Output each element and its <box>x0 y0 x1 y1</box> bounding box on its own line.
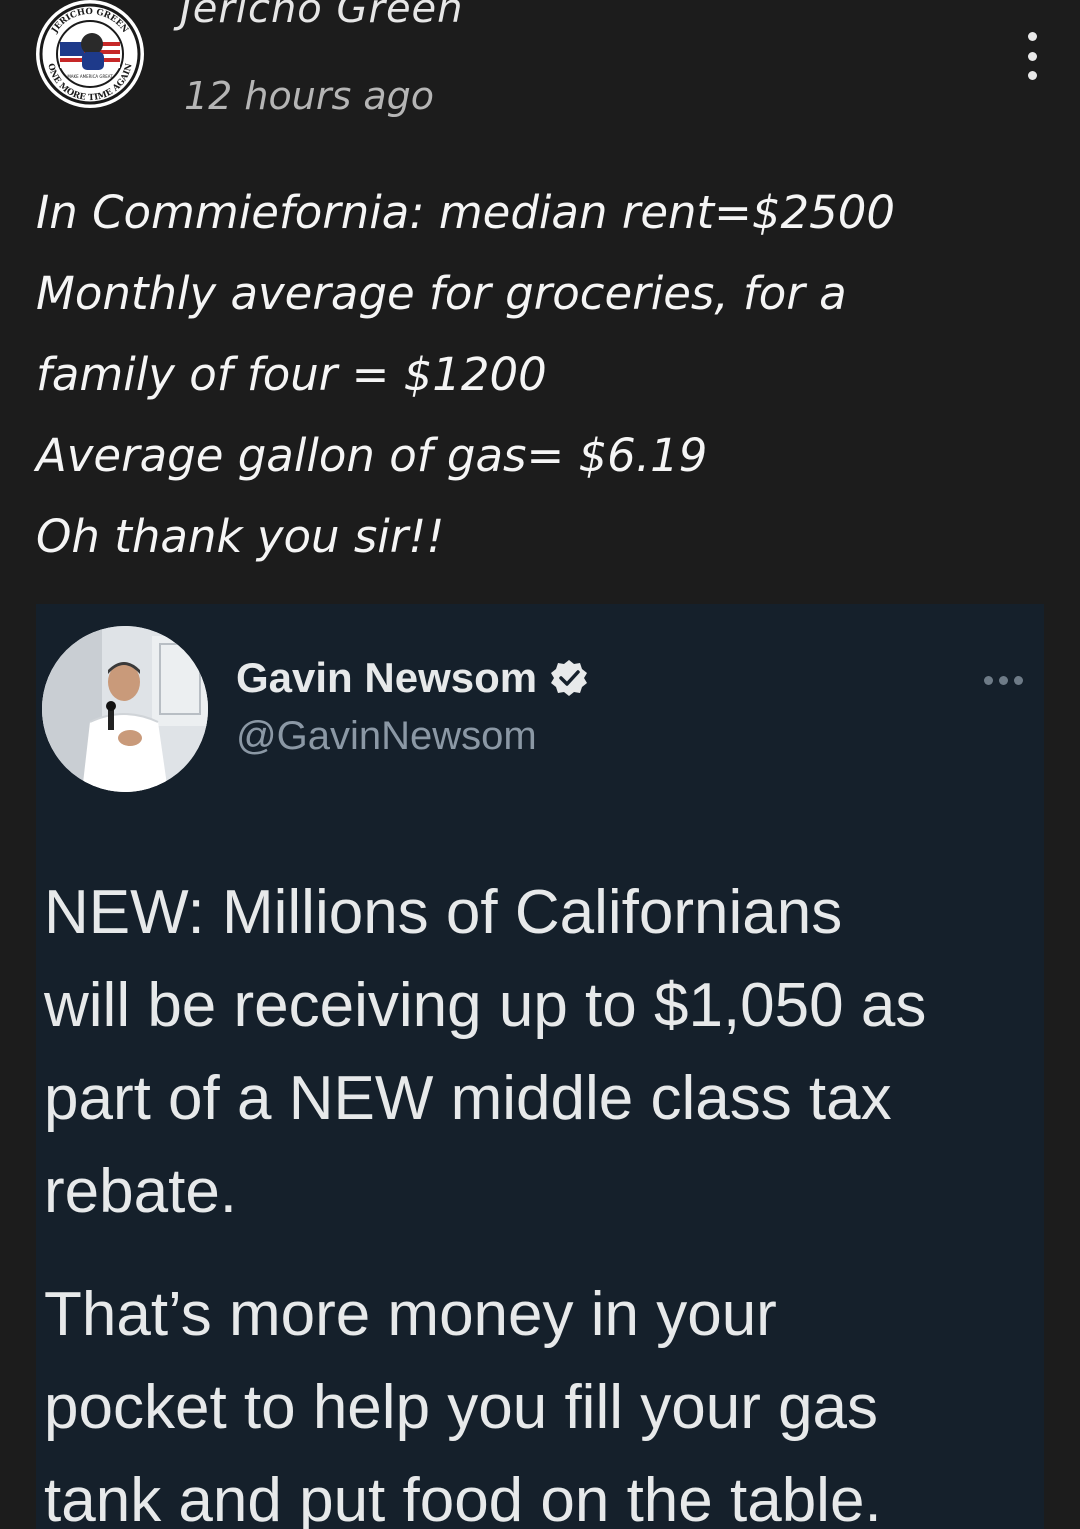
tweet-text-line: will be receiving up to $1,050 as <box>44 971 927 1040</box>
tweet-text-line: pocket to help you fill your gas <box>44 1373 879 1442</box>
post-timestamp: 12 hours ago <box>184 74 435 118</box>
avatar-logo-text-middle: MAKE AMERICA GREAT <box>67 74 113 79</box>
post-text-line: Monthly average for groceries, for a <box>36 267 847 320</box>
author-avatar-logo-image: JERICHO GREEN ONE MORE TIME AGAIN MAKE A… <box>38 2 142 106</box>
horizontal-ellipsis-icon-dot <box>984 676 993 685</box>
vertical-ellipsis-icon-dot <box>1027 51 1037 61</box>
tweet-paragraph-gap <box>44 1238 1040 1268</box>
more-options-button[interactable] <box>1012 28 1052 84</box>
author-avatar[interactable]: JERICHO GREEN ONE MORE TIME AGAIN MAKE A… <box>36 0 144 108</box>
author-name[interactable]: Jericho Green <box>180 0 464 32</box>
tweet-author-avatar <box>42 626 208 792</box>
tweet-body: NEW: Millions of Californians will be re… <box>44 866 1040 1529</box>
attached-tweet-image[interactable]: Gavin Newsom @GavinNewsom NEW: Millions … <box>36 604 1044 1529</box>
horizontal-ellipsis-icon <box>984 676 1023 685</box>
horizontal-ellipsis-icon-dot <box>999 676 1008 685</box>
tweet-author-name: Gavin Newsom <box>236 654 538 701</box>
post-text-line: Oh thank you sir!! <box>36 510 445 563</box>
vertical-ellipsis-icon-dot <box>1027 71 1037 80</box>
post-text-line: Average gallon of gas= $6.19 <box>36 429 708 482</box>
verified-badge-icon <box>549 658 589 698</box>
tweet-name-row: Gavin Newsom <box>236 654 589 702</box>
tweet-text-line: tank and put food on the table. <box>44 1466 882 1529</box>
post-text: In Commiefornia: median rent=$2500 Month… <box>36 172 1046 577</box>
horizontal-ellipsis-icon-dot <box>1014 676 1023 685</box>
tweet-author-handle: @GavinNewsom <box>236 714 537 758</box>
post-text-line: family of four = $1200 <box>36 348 547 401</box>
post-header: JERICHO GREEN ONE MORE TIME AGAIN MAKE A… <box>0 0 1080 140</box>
tweet-avatar-photo <box>42 626 208 792</box>
vertical-ellipsis-icon <box>1027 32 1037 41</box>
tweet-text-line: That’s more money in your <box>44 1280 777 1349</box>
tweet-text-line: part of a NEW middle class tax <box>44 1064 892 1133</box>
post-text-line: In Commiefornia: median rent=$2500 <box>36 186 896 239</box>
tweet-text-line: rebate. <box>44 1157 238 1226</box>
tweet-text-line: NEW: Millions of Californians <box>44 878 843 947</box>
